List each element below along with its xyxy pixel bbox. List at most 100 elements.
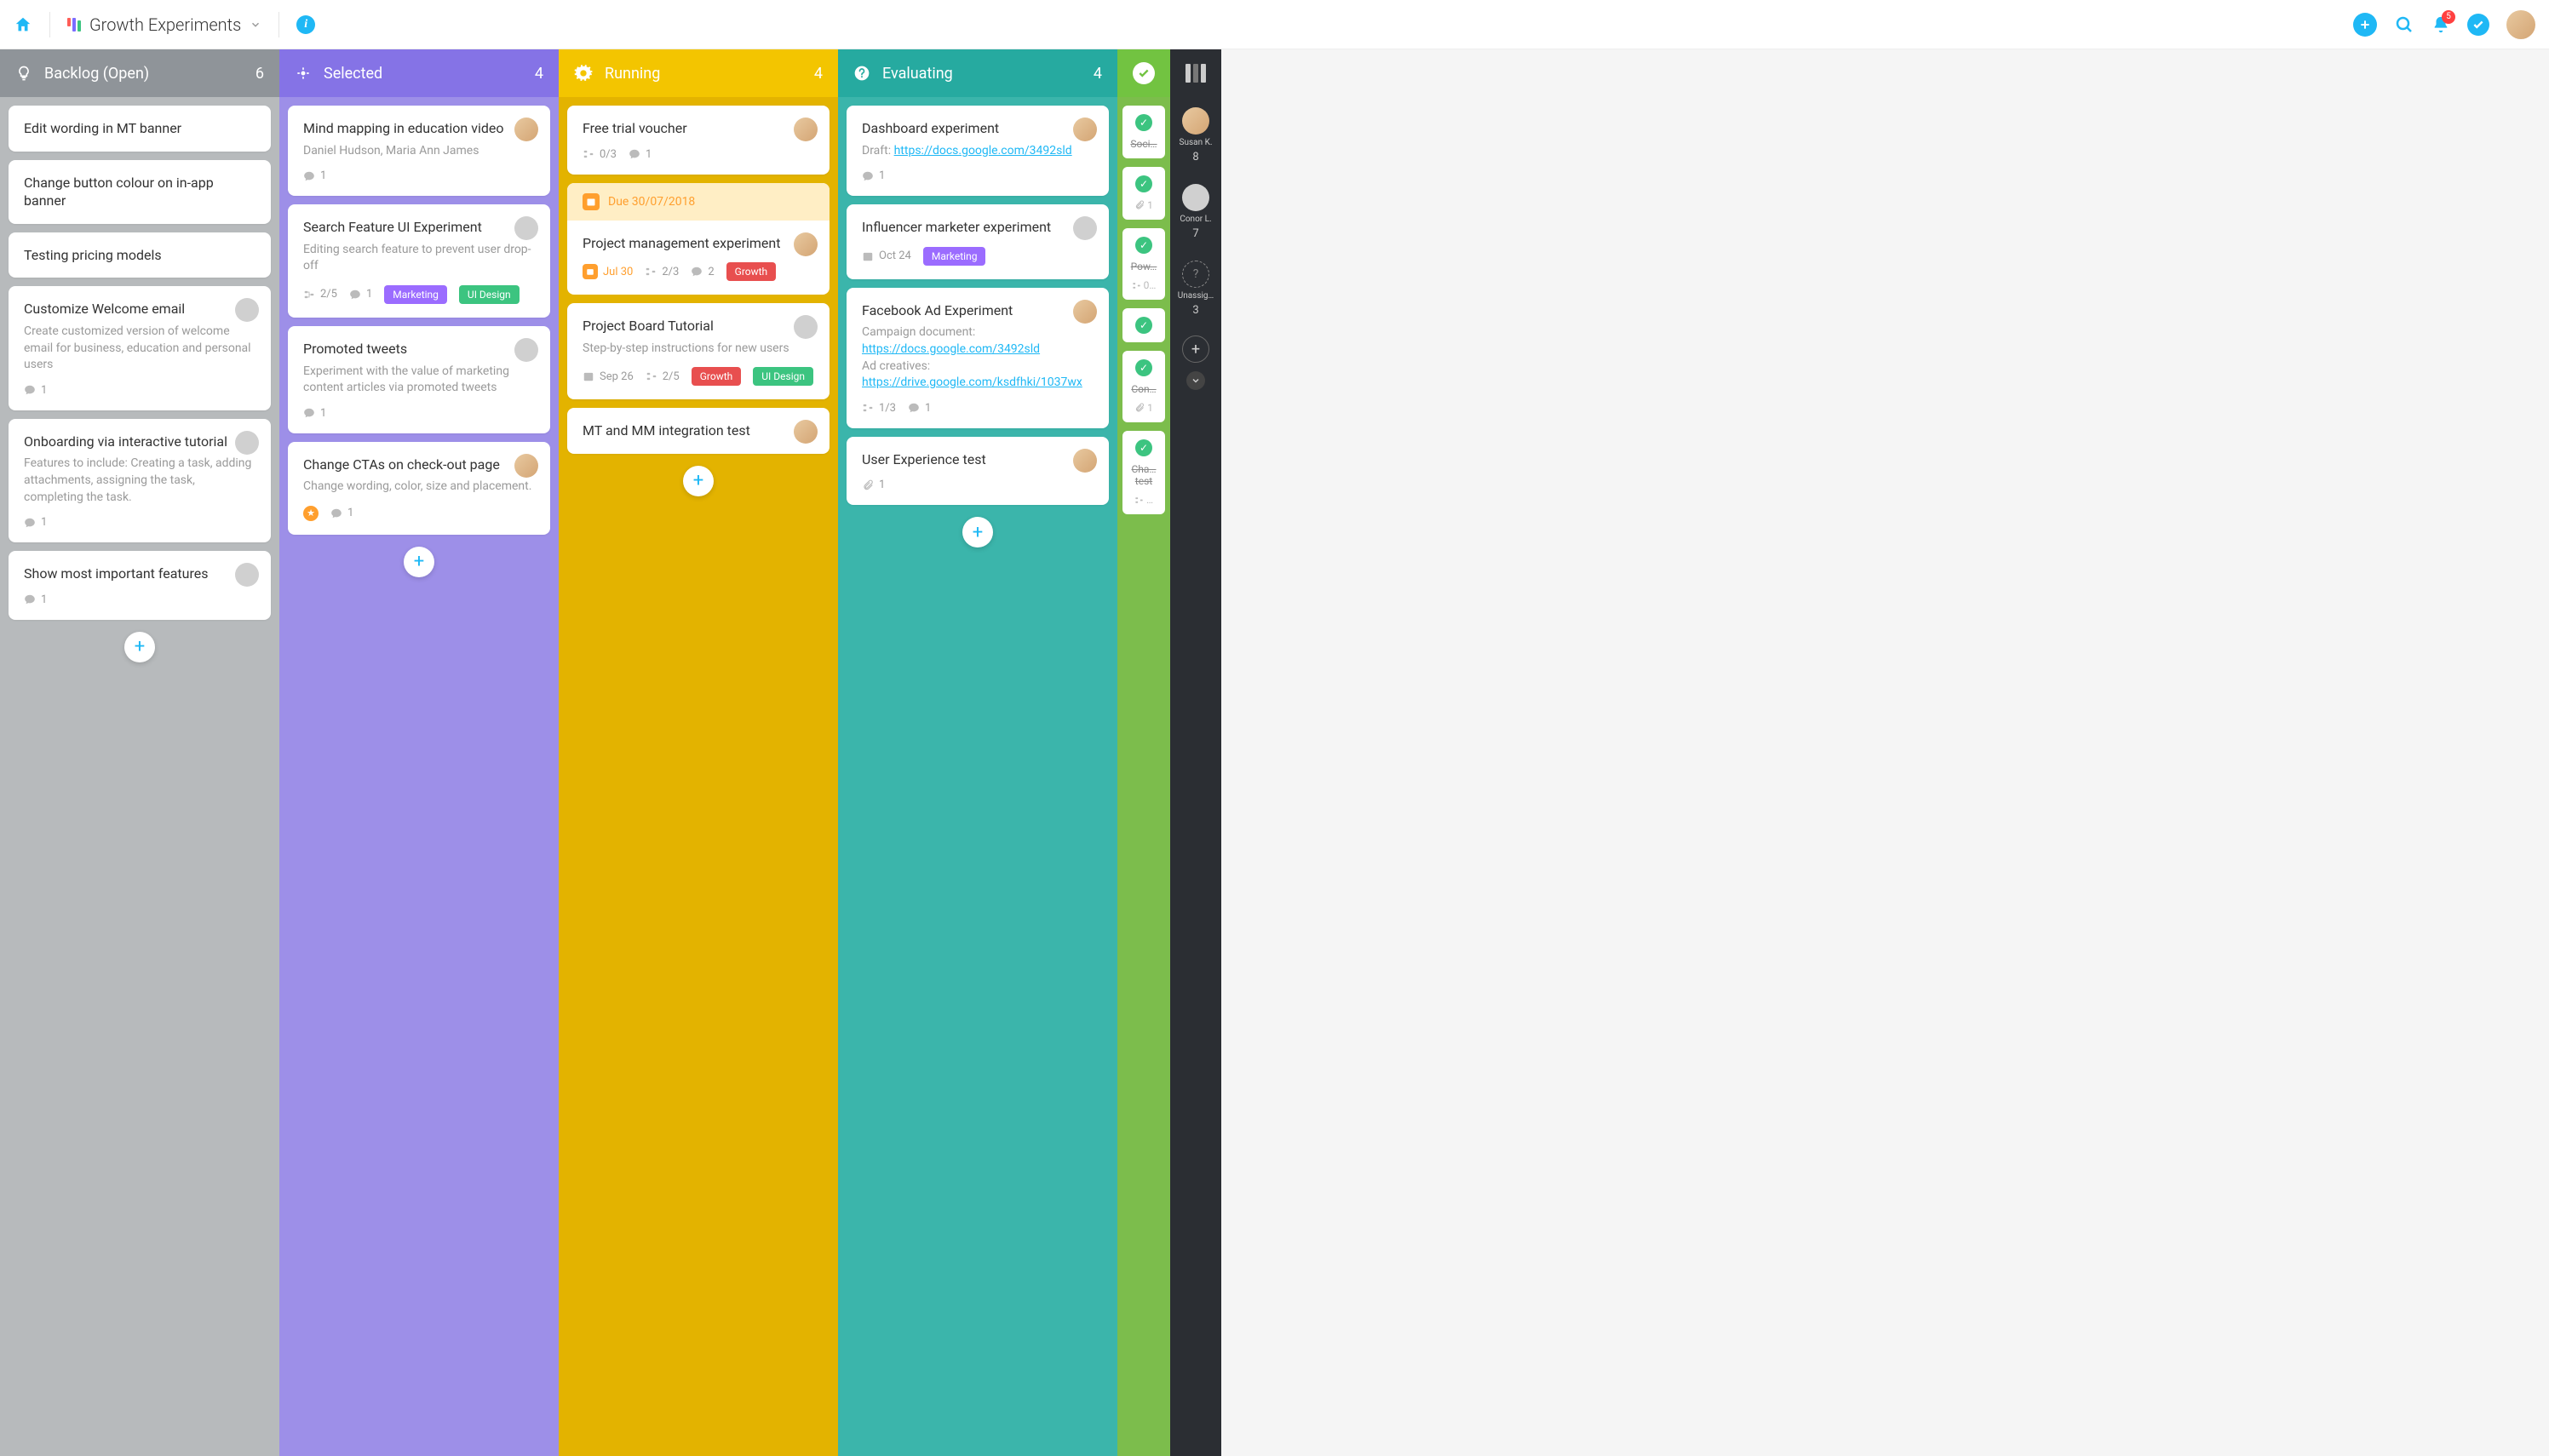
assignee-avatar[interactable] [794, 315, 818, 339]
sidebar-user[interactable]: Susan K. 8 [1170, 97, 1221, 174]
column-body-selected: Mind mapping in education video Daniel H… [279, 97, 559, 1456]
sidebar-user-unassigned[interactable]: ? Unassig… 3 [1170, 250, 1221, 327]
tag-uidesign: UI Design [753, 367, 813, 386]
mini-card[interactable]: ✓1 [1122, 167, 1165, 220]
assignee-avatar[interactable] [1073, 449, 1097, 473]
card[interactable]: Show most important features 1 [9, 551, 271, 620]
mini-title: Soci… [1125, 138, 1163, 150]
card-title: Change CTAs on check-out page [303, 456, 535, 474]
column-body-done: ✓Soci… ✓1 ✓Pow…0… ✓ ✓Con…1 ✓Cha… test… [1117, 97, 1170, 531]
mini-card[interactable]: ✓ [1122, 308, 1165, 342]
column-header-evaluating[interactable]: Evaluating 4 [838, 49, 1117, 97]
card[interactable]: Search Feature UI Experiment Editing sea… [288, 204, 550, 318]
column-header-done[interactable] [1117, 49, 1170, 97]
card[interactable]: User Experience test 1 [847, 437, 1109, 506]
card-with-banner[interactable]: Due 30/07/2018 Project management experi… [567, 183, 830, 295]
home-icon[interactable] [14, 15, 32, 34]
card-title: Edit wording in MT banner [24, 119, 255, 138]
assignee-avatar[interactable] [514, 216, 538, 240]
add-card-button[interactable]: + [124, 632, 155, 662]
subtasks-count: 0/3 [583, 148, 617, 161]
card-date: Jul 30 [583, 264, 633, 279]
comments-count: 1 [862, 169, 885, 182]
assignee-avatar[interactable] [794, 420, 818, 444]
card[interactable]: Facebook Ad Experiment Campaign document… [847, 288, 1109, 428]
subtasks-count: 1/3 [862, 402, 896, 415]
column-done: ✓Soci… ✓1 ✓Pow…0… ✓ ✓Con…1 ✓Cha… test… [1117, 49, 1170, 1456]
assignee-avatar[interactable] [1073, 300, 1097, 324]
doc-link[interactable]: https://docs.google.com/3492sld [894, 144, 1072, 158]
card-description: Draft: https://docs.google.com/3492sld [862, 143, 1094, 160]
mini-card[interactable]: ✓Cha… test… [1122, 431, 1165, 514]
board-selector[interactable]: Growth Experiments [67, 14, 261, 35]
doc-link[interactable]: https://drive.google.com/ksdfhki/1037wx [862, 375, 1082, 389]
notification-badge: 5 [2442, 10, 2455, 24]
doc-link[interactable]: https://docs.google.com/3492sld [862, 342, 1040, 356]
user-avatar[interactable] [2506, 10, 2535, 39]
due-text: Due 30/07/2018 [608, 195, 695, 209]
due-banner: Due 30/07/2018 [567, 183, 830, 221]
card-title: Show most important features [24, 565, 255, 583]
add-card-button[interactable]: + [404, 547, 434, 577]
lightbulb-icon [15, 65, 32, 82]
card[interactable]: Dashboard experiment Draft: https://docs… [847, 106, 1109, 196]
column-count: 4 [1094, 65, 1102, 83]
user-count: 3 [1192, 304, 1198, 317]
column-header-selected[interactable]: Selected 4 [279, 49, 559, 97]
chevron-down-icon[interactable] [1186, 371, 1205, 390]
card-title: Project management experiment [583, 234, 814, 253]
tasks-icon[interactable] [2467, 14, 2489, 36]
card-title: Change button colour on in-app banner [24, 174, 255, 210]
assignee-avatar[interactable] [235, 563, 259, 587]
assignee-avatar[interactable] [1073, 118, 1097, 141]
assignee-avatar[interactable] [1073, 216, 1097, 240]
mini-card[interactable]: ✓Soci… [1122, 106, 1165, 158]
search-icon[interactable] [2394, 14, 2414, 35]
card[interactable]: Free trial voucher 0/3 1 [567, 106, 830, 175]
card-description: Experiment with the value of marketing c… [303, 364, 535, 397]
column-selected: Selected 4 Mind mapping in education vid… [279, 49, 559, 1456]
mini-card[interactable]: ✓Con…1 [1122, 351, 1165, 422]
mini-card[interactable]: ✓Pow…0… [1122, 228, 1165, 300]
paperclip-icon: 1 [1134, 199, 1153, 211]
card-title: Influencer marketer experiment [862, 218, 1094, 237]
card-title: Customize Welcome email [24, 300, 255, 318]
subtasks-count: 2/5 [646, 370, 680, 383]
assignee-avatar[interactable] [794, 232, 818, 256]
card-title: Free trial voucher [583, 119, 814, 138]
card[interactable]: MT and MM integration test [567, 408, 830, 454]
card[interactable]: Customize Welcome email Create customize… [9, 286, 271, 410]
subtasks-icon: … [1134, 494, 1153, 506]
column-header-running[interactable]: Running 4 [559, 49, 838, 97]
right-sidebar: Susan K. 8 Conor L. 7 ? Unassig… 3 + [1170, 49, 1221, 1456]
add-button[interactable] [2353, 13, 2377, 37]
checkmark-icon: ✓ [1135, 439, 1152, 456]
assignee-avatar[interactable] [514, 118, 538, 141]
column-header-backlog[interactable]: Backlog (Open) 6 [0, 49, 279, 97]
assignee-avatar[interactable] [514, 338, 538, 362]
tag-marketing: Marketing [923, 247, 986, 266]
add-card-button[interactable]: + [962, 517, 993, 547]
tag-marketing: Marketing [384, 285, 447, 304]
swimlane-toggle[interactable] [1170, 49, 1221, 97]
card[interactable]: Influencer marketer experiment Oct 24 Ma… [847, 204, 1109, 279]
add-card-button[interactable]: + [683, 466, 714, 496]
sidebar-user[interactable]: Conor L. 7 [1170, 174, 1221, 250]
card[interactable]: Edit wording in MT banner [9, 106, 271, 152]
assignee-avatar[interactable] [235, 298, 259, 322]
info-icon[interactable]: i [296, 15, 315, 34]
card[interactable]: Change button colour on in-app banner [9, 160, 271, 224]
card[interactable]: Mind mapping in education video Daniel H… [288, 106, 550, 196]
comments-count: 1 [303, 407, 326, 420]
card[interactable]: Testing pricing models [9, 232, 271, 278]
add-user-button[interactable]: + [1182, 335, 1209, 363]
notifications-icon[interactable]: 5 [2431, 15, 2450, 34]
assignee-avatar[interactable] [235, 431, 259, 455]
assignee-avatar[interactable] [794, 118, 818, 141]
card[interactable]: Change CTAs on check-out page Change wor… [288, 442, 550, 535]
assignee-avatar[interactable] [514, 454, 538, 478]
card[interactable]: Project Board Tutorial Step-by-step inst… [567, 303, 830, 399]
card[interactable]: Promoted tweets Experiment with the valu… [288, 326, 550, 433]
card[interactable]: Onboarding via interactive tutorial Feat… [9, 419, 271, 542]
unassigned-icon: ? [1182, 261, 1209, 288]
